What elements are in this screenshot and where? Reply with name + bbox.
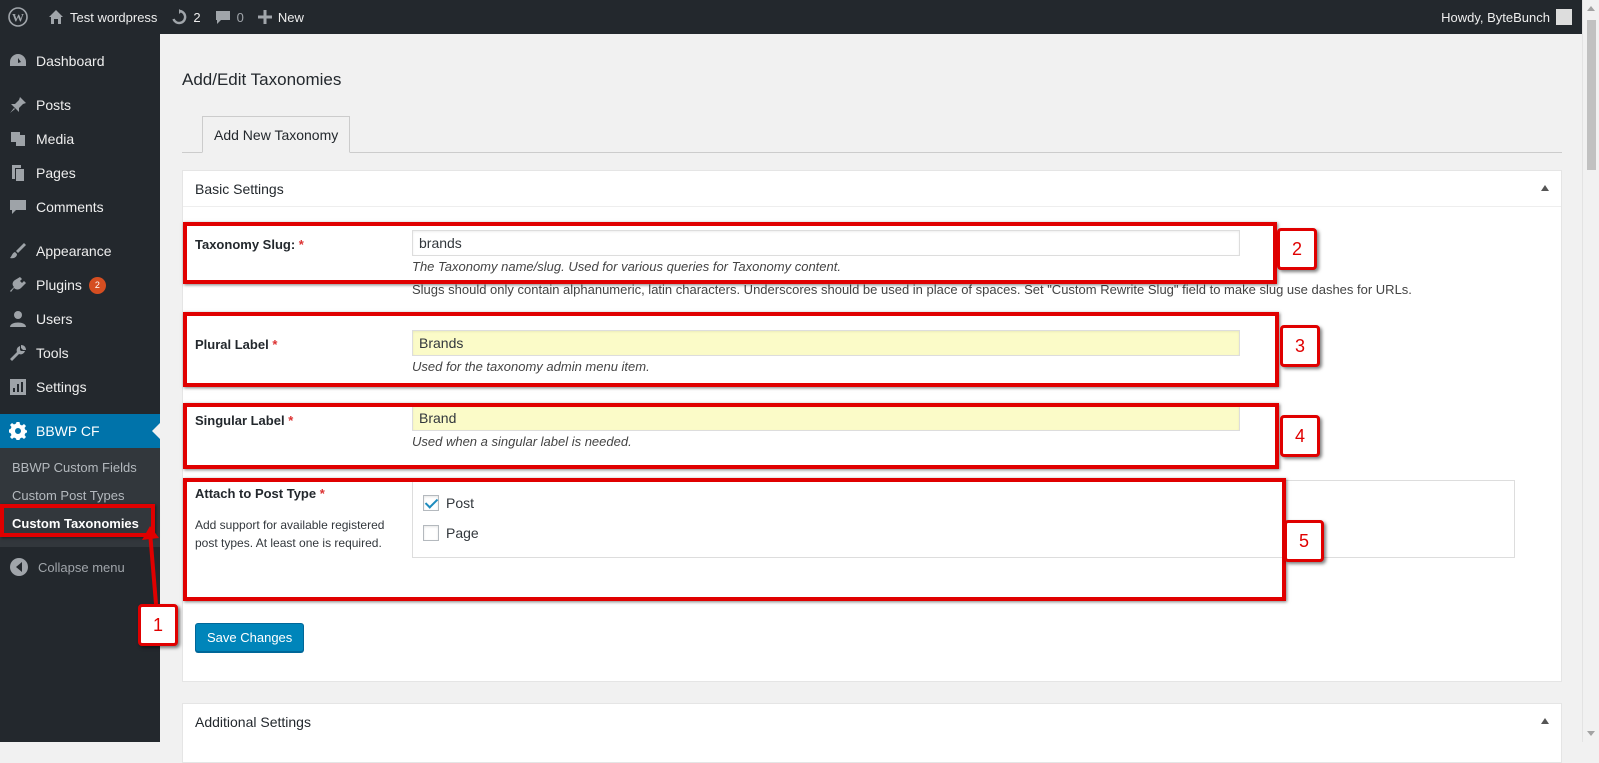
sidebar-item-bbwp-cf[interactable]: BBWP CF	[0, 414, 160, 448]
svg-text:W: W	[12, 11, 24, 25]
wordpress-logo-icon: W	[8, 7, 28, 27]
plus-icon	[257, 10, 272, 24]
scroll-down-arrow-icon[interactable]	[1587, 731, 1595, 736]
site-name-link[interactable]: Test wordpress	[41, 0, 164, 34]
home-icon	[48, 9, 64, 25]
sidebar-item-pages[interactable]: Pages	[0, 156, 160, 190]
wordpress-logo-button[interactable]: W	[0, 0, 41, 34]
updates-link[interactable]: 2	[164, 0, 207, 34]
sidebar-item-tools[interactable]: Tools	[0, 336, 160, 370]
sidebar-item-media[interactable]: Media	[0, 122, 160, 156]
collapse-menu-label: Collapse menu	[38, 559, 125, 575]
scroll-up-arrow-icon[interactable]	[1587, 6, 1595, 11]
comment-icon	[8, 197, 28, 217]
my-account-link[interactable]: Howdy, ByteBunch	[1434, 0, 1582, 34]
gear-icon	[8, 421, 28, 441]
collapse-toggle-icon[interactable]	[1541, 185, 1549, 191]
sidebar-item-label: Settings	[36, 379, 87, 395]
dashboard-icon	[8, 51, 28, 71]
collapse-arrow-icon	[10, 558, 28, 576]
new-label: New	[277, 9, 304, 25]
avatar	[1556, 9, 1572, 25]
tab-add-new-taxonomy[interactable]: Add New Taxonomy	[202, 116, 351, 153]
annotation-box-2	[183, 222, 1277, 284]
collapse-menu-button[interactable]: Collapse menu	[0, 549, 160, 585]
updates-count: 2	[193, 9, 201, 25]
sidebar-item-label: Comments	[36, 199, 104, 215]
sidebar-item-appearance[interactable]: Appearance	[0, 234, 160, 268]
collapse-toggle-icon[interactable]	[1541, 718, 1549, 724]
site-name: Test wordpress	[70, 9, 158, 25]
annotation-box-1	[0, 504, 155, 537]
save-changes-button[interactable]: Save Changes	[195, 623, 305, 652]
scrollbar-thumb[interactable]	[1587, 20, 1596, 170]
sidebar-item-settings[interactable]: Settings	[0, 370, 160, 404]
additional-settings-heading[interactable]: Additional Settings	[183, 704, 1561, 740]
sidebar-item-comments[interactable]: Comments	[0, 190, 160, 224]
sidebar-item-posts[interactable]: Posts	[0, 88, 160, 122]
annotation-number-1: 1	[138, 604, 178, 646]
annotation-number-5: 5	[1284, 520, 1324, 562]
comments-link[interactable]: 0	[208, 0, 251, 34]
basic-settings-heading[interactable]: Basic Settings	[183, 171, 1561, 207]
additional-settings-box: Additional Settings	[182, 703, 1562, 763]
sidebar-item-label: Appearance	[36, 243, 112, 259]
page-scrollbar[interactable]	[1582, 0, 1599, 742]
plug-icon	[8, 275, 28, 295]
admin-sidebar: Dashboard Posts Media Pages Comments App…	[0, 34, 160, 742]
pin-icon	[8, 95, 28, 115]
annotation-number-4: 4	[1280, 415, 1320, 457]
brush-icon	[8, 241, 28, 261]
pages-icon	[8, 163, 28, 183]
sidebar-item-label: Dashboard	[36, 53, 105, 69]
annotation-box-4	[183, 403, 1279, 469]
sidebar-item-label: Posts	[36, 97, 72, 113]
settings-icon	[8, 377, 28, 397]
user-icon	[8, 309, 28, 329]
sidebar-item-label: BBWP CF	[36, 423, 100, 439]
sidebar-item-label: Pages	[36, 165, 76, 181]
admin-bar: W Test wordpress 2 0 New Howdy, ByteBunc…	[0, 0, 1582, 34]
annotation-box-5	[183, 478, 1286, 601]
page-title: Add/Edit Taxonomies	[182, 70, 342, 89]
comments-count: 0	[236, 9, 244, 25]
plugins-update-badge: 2	[88, 276, 106, 294]
sidebar-item-users[interactable]: Users	[0, 302, 160, 336]
new-content-link[interactable]: New	[251, 0, 311, 34]
wrench-icon	[8, 343, 28, 363]
tab-divider	[182, 152, 1562, 153]
annotation-number-2: 2	[1277, 228, 1317, 270]
howdy-text: Howdy, ByteBunch	[1441, 9, 1550, 25]
refresh-icon	[171, 9, 187, 25]
submenu-item-custom-fields[interactable]: BBWP Custom Fields	[0, 455, 160, 483]
sidebar-item-label: Tools	[36, 345, 69, 361]
sidebar-item-label: Media	[36, 131, 75, 147]
comment-bubble-icon	[215, 9, 231, 25]
sidebar-item-plugins[interactable]: Plugins 2	[0, 268, 160, 302]
slug-rules-note: Slugs should only contain alphanumeric, …	[412, 282, 1412, 297]
annotation-box-3	[183, 312, 1279, 387]
media-icon	[8, 129, 28, 149]
sidebar-item-label: Users	[36, 311, 73, 327]
sidebar-item-label: Plugins	[36, 277, 82, 293]
annotation-number-3: 3	[1280, 325, 1320, 367]
sidebar-item-dashboard[interactable]: Dashboard	[0, 44, 160, 78]
annotation-arrow	[142, 526, 159, 605]
